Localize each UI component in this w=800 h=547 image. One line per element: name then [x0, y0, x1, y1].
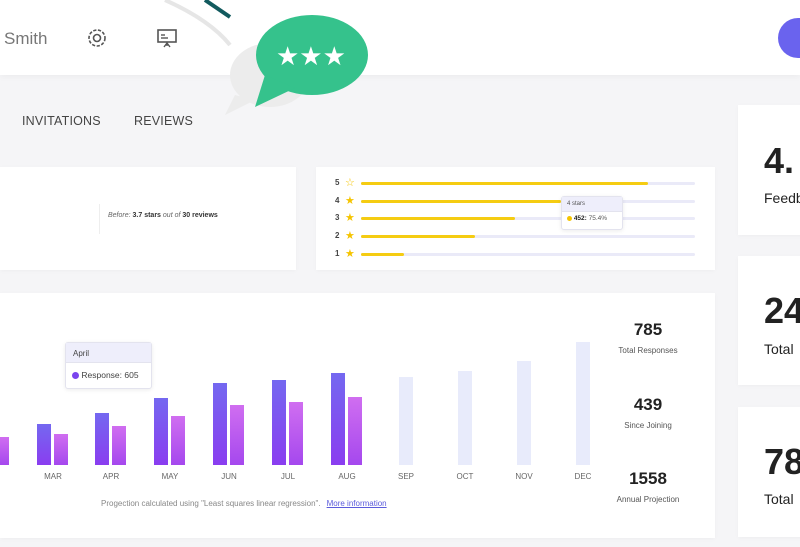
avatar-button[interactable]: [778, 18, 800, 58]
stat-annual-projection: 1558 Annual Projection: [616, 469, 680, 504]
rating-row-2: 2 ★: [335, 230, 705, 242]
bar-projection-oct[interactable]: [458, 371, 472, 465]
rating-bar-track: [361, 200, 695, 203]
rating-bar-fill: [361, 200, 562, 203]
bar-response-jul[interactable]: [272, 379, 286, 465]
x-tick-label: AUG: [338, 472, 356, 481]
projection-note: Progection calculated using "Least squar…: [101, 499, 387, 508]
total-value-2: 78: [764, 441, 800, 482]
bar-response-aug[interactable]: [331, 372, 345, 465]
stat-since-joining: 439 Since Joining: [624, 395, 672, 430]
x-tick-label: B: [0, 472, 14, 481]
star-icon: ★: [345, 230, 355, 242]
star-icon: ★: [345, 195, 355, 207]
bar-secondary-mar[interactable]: [54, 433, 68, 465]
star-outline-icon: ☆: [345, 177, 355, 189]
bar-response-jun[interactable]: [213, 382, 227, 465]
rating-tooltip: 4 stars 452: 75.4%: [561, 196, 623, 230]
tab-reviews[interactable]: REVIEWS: [134, 114, 193, 128]
x-tick-label: JUL: [280, 472, 296, 481]
rating-star-number: 1: [335, 249, 340, 258]
rating-bar-track: [361, 217, 695, 220]
x-tick-label: NOV: [515, 472, 533, 481]
rating-bar-track: [361, 182, 695, 185]
total-label-2: Total: [764, 491, 794, 507]
bar-projection-nov[interactable]: [517, 361, 531, 465]
bar-response-mar[interactable]: [37, 423, 51, 465]
more-information-link[interactable]: More information: [327, 499, 387, 508]
bar-secondary-may[interactable]: [171, 415, 185, 465]
rating-row-1: 1 ★: [335, 248, 705, 260]
star-icon: ★: [345, 248, 355, 260]
feedback-value: 4.: [764, 140, 795, 181]
divider: [99, 204, 100, 234]
bar-secondary-jul[interactable]: [289, 401, 303, 465]
rating-bar-fill: [361, 217, 515, 220]
bar-response-may[interactable]: [154, 397, 168, 465]
x-tick-label: MAR: [44, 472, 62, 481]
rating-bar-track: [361, 235, 695, 238]
x-tick-label: MAY: [161, 472, 179, 481]
star-icon: ★: [345, 212, 355, 224]
stat-total-responses: 785 Total Responses: [618, 320, 678, 355]
bar-secondary-feb[interactable]: [0, 436, 9, 465]
total-value-1: 24: [764, 290, 800, 331]
user-name[interactable]: Smith: [4, 29, 47, 49]
x-tick-label: DEC: [574, 472, 592, 481]
chart-tooltip: April Response: 605: [65, 342, 152, 389]
rating-bar-fill: [361, 235, 475, 238]
rating-bar-fill: [361, 253, 405, 256]
rating-bar-track: [361, 253, 695, 256]
rating-star-number: 2: [335, 231, 340, 240]
rating-star-number: 5: [335, 178, 340, 187]
rating-row-5: 5 ☆: [335, 177, 705, 189]
bar-response-apr[interactable]: [95, 412, 109, 465]
x-tick-label: OCT: [456, 472, 474, 481]
x-tick-label: APR: [102, 472, 120, 481]
bar-secondary-apr[interactable]: [112, 425, 126, 465]
bar-secondary-aug[interactable]: [348, 396, 362, 465]
x-tick-label: SEP: [397, 472, 414, 481]
rating-row-4: 4 ★: [335, 195, 705, 207]
rating-bar-fill: [361, 182, 649, 185]
svg-text:★★★: ★★★: [276, 42, 346, 72]
bar-secondary-jun[interactable]: [230, 404, 244, 465]
rating-star-number: 4: [335, 196, 340, 205]
feedback-label: Feedb: [764, 190, 800, 206]
rating-star-number: 3: [335, 213, 340, 222]
review-bubble-illustration-icon: ★★★: [164, 0, 368, 115]
rating-row-3: 3 ★: [335, 212, 705, 224]
settings-gear-icon[interactable]: [86, 27, 108, 49]
total-label-1: Total: [764, 341, 794, 357]
bar-projection-sep[interactable]: [399, 376, 413, 465]
tab-invitations[interactable]: INVITATIONS: [22, 114, 101, 128]
top-bar: Smith: [0, 0, 800, 75]
bar-projection-dec[interactable]: [576, 342, 590, 465]
before-summary: Before: 3.7 stars out of 30 reviews: [108, 212, 218, 219]
x-tick-label: JUN: [221, 472, 237, 481]
